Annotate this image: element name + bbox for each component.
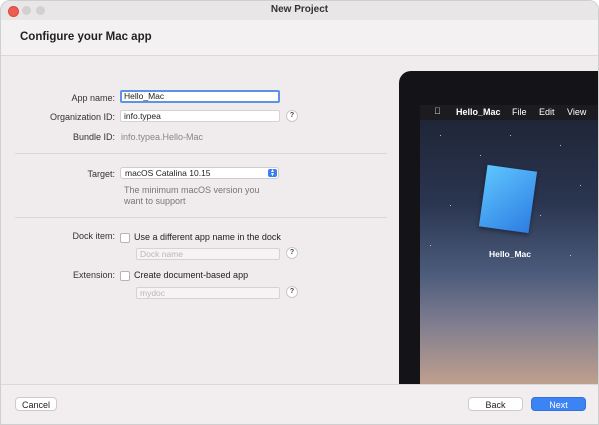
extension-help-button[interactable]: ? — [286, 286, 298, 298]
page-title: Configure your Mac app — [20, 31, 152, 43]
page-header: Configure your Mac app — [1, 20, 598, 56]
target-select[interactable]: macOS Catalina 10.15 ▲ ▼ — [120, 167, 279, 179]
target-note: The minimum macOS version you want to su… — [124, 185, 260, 206]
app-preview:  Hello_Mac File Edit View Hello_Mac — [399, 71, 598, 384]
apple-icon:  — [434, 106, 441, 116]
preview-file-menu: File — [512, 107, 527, 117]
star — [430, 245, 431, 246]
title-bar: New Project — [1, 1, 598, 21]
divider — [15, 217, 387, 218]
dock-item-checkbox[interactable] — [120, 233, 130, 243]
preview-menubar:  Hello_Mac File Edit View — [420, 105, 598, 120]
cancel-button[interactable]: Cancel — [15, 397, 57, 411]
preview-app-menu: Hello_Mac — [456, 107, 501, 117]
star — [480, 155, 481, 156]
app-name-label: App name: — [71, 93, 115, 103]
extension-label: Extension: — [72, 270, 115, 280]
next-button[interactable]: Next — [531, 397, 586, 411]
extension-checkbox[interactable] — [120, 271, 130, 281]
preview-edit-menu: Edit — [539, 107, 555, 117]
divider — [15, 153, 387, 154]
footer: Cancel Back Next — [1, 384, 598, 424]
star — [580, 185, 581, 186]
organization-id-help-button[interactable]: ? — [286, 110, 298, 122]
preview-doc-label: Hello_Mac — [488, 249, 532, 259]
bundle-id-label: Bundle ID: — [72, 132, 115, 142]
organization-id-label: Organization ID: — [49, 112, 115, 122]
dock-name-field[interactable]: Dock name — [136, 248, 280, 260]
preview-desktop:  Hello_Mac File Edit View Hello_Mac — [420, 105, 598, 384]
preview-view-menu: View — [567, 107, 587, 117]
window-title: New Project — [270, 4, 329, 15]
document-icon — [478, 164, 538, 234]
chevron-up-down-icon: ▲ ▼ — [268, 169, 277, 178]
star — [560, 145, 561, 146]
star — [540, 215, 541, 216]
dock-item-checkbox-label[interactable]: Use a different app name in the dock — [134, 232, 281, 242]
star — [440, 135, 441, 136]
target-selected-value: macOS Catalina 10.15 — [125, 168, 211, 178]
dock-item-label: Dock item: — [72, 231, 115, 241]
extension-checkbox-label[interactable]: Create document-based app — [134, 270, 248, 280]
bundle-id-value: info.typea.Hello-Mac — [121, 132, 204, 142]
extension-field[interactable]: mydoc — [136, 287, 280, 299]
star — [450, 205, 451, 206]
app-name-field[interactable]: Hello_Mac — [120, 90, 280, 103]
target-label: Target: — [87, 169, 115, 179]
new-project-window: New Project Configure your Mac app App n… — [0, 0, 599, 425]
dock-item-help-button[interactable]: ? — [286, 247, 298, 259]
back-button[interactable]: Back — [468, 397, 523, 411]
organization-id-field[interactable]: info.typea — [120, 110, 280, 122]
star — [510, 135, 511, 136]
